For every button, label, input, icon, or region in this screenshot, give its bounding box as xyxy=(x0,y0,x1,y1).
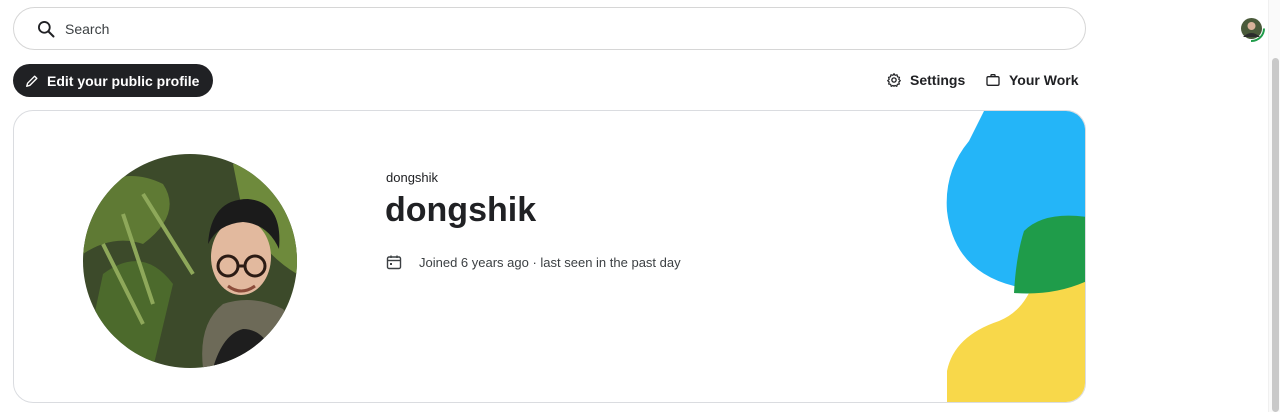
briefcase-icon xyxy=(986,74,1000,86)
gear-icon xyxy=(887,73,901,87)
page-scrollbar[interactable] xyxy=(1268,0,1280,412)
edit-profile-button[interactable]: Edit your public profile xyxy=(13,64,214,97)
profile-username: dongshik xyxy=(386,170,439,185)
search-icon xyxy=(38,20,55,37)
search-input[interactable] xyxy=(65,20,1025,37)
pencil-icon xyxy=(26,74,38,87)
search-bar[interactable] xyxy=(13,7,1086,50)
settings-link[interactable]: Settings xyxy=(886,70,965,90)
profile-display-name: dongshik xyxy=(385,191,537,229)
user-avatar-icon[interactable] xyxy=(1238,15,1265,42)
decorative-blobs xyxy=(946,111,1085,402)
settings-label: Settings xyxy=(910,72,966,88)
calendar-icon xyxy=(386,255,402,270)
profile-photo xyxy=(83,154,297,368)
edit-profile-label: Edit your public profile xyxy=(47,72,200,89)
your-work-link[interactable]: Your Work xyxy=(985,70,1079,90)
scrollbar-thumb[interactable] xyxy=(1272,58,1279,412)
joined-text: Joined 6 years ago · last seen in the pa… xyxy=(419,254,681,270)
your-work-label: Your Work xyxy=(1009,72,1079,88)
profile-joined-info: Joined 6 years ago · last seen in the pa… xyxy=(386,254,681,270)
profile-card: dongshik dongshik Joined 6 years ago · l… xyxy=(13,110,1086,403)
